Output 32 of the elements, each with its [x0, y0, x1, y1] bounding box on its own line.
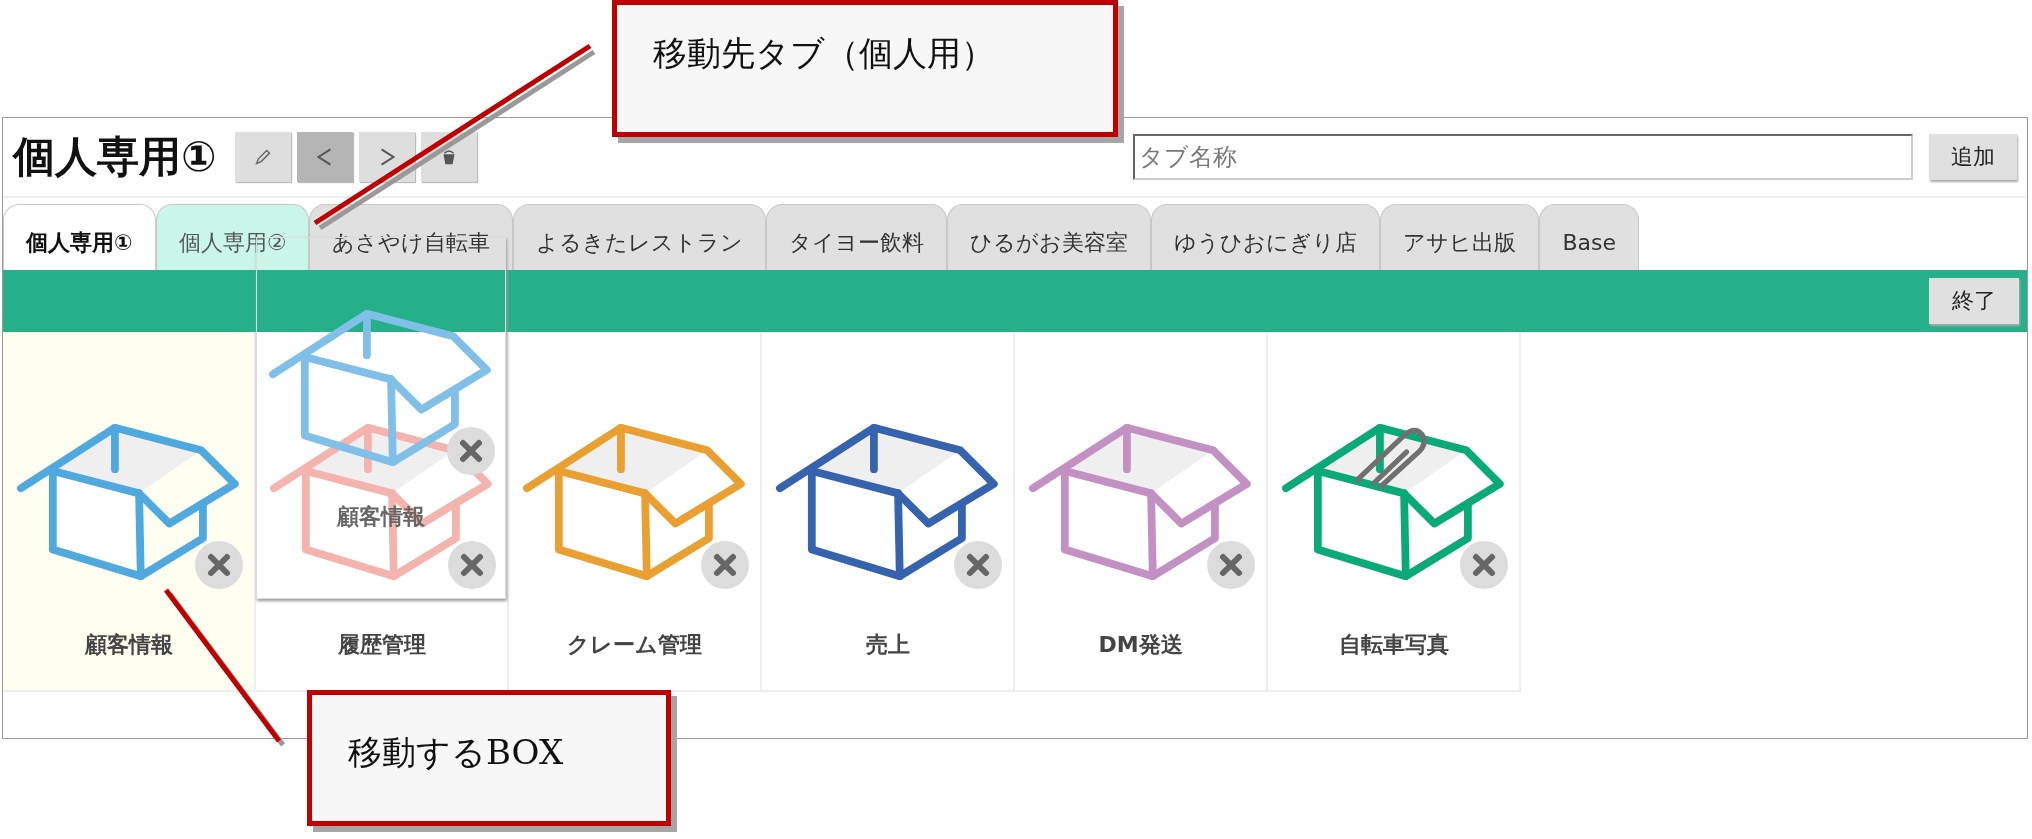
- box-label: 自転車写真: [1338, 631, 1449, 659]
- end-button[interactable]: 終了: [1929, 278, 2019, 324]
- remove-button[interactable]: [446, 540, 497, 590]
- tab[interactable]: 個人専用①: [3, 204, 156, 270]
- box-card[interactable]: 自転車写真: [1268, 332, 1521, 692]
- remove-button[interactable]: [1458, 540, 1509, 590]
- tab-name-field[interactable]: タブ名称: [1133, 134, 1913, 180]
- page-title: 個人専用①: [13, 131, 217, 183]
- box-label: 売上: [865, 631, 910, 659]
- remove-button[interactable]: [699, 540, 750, 590]
- box-label: 履歴管理: [337, 631, 426, 659]
- remove-button[interactable]: [193, 540, 244, 590]
- tab[interactable]: Base: [1539, 204, 1639, 270]
- tab[interactable]: アサヒ出版: [1380, 204, 1540, 270]
- remove-button[interactable]: [446, 426, 496, 476]
- remove-button[interactable]: [952, 540, 1003, 590]
- tab[interactable]: タイヨー飲料: [766, 204, 948, 270]
- callout-text: 移動するBOX: [348, 731, 564, 774]
- tab[interactable]: ひるがお美容室: [947, 204, 1152, 270]
- box-card[interactable]: 顧客情報: [3, 332, 256, 692]
- callout-text: 移動先タブ（個人用）: [653, 31, 995, 75]
- remove-button[interactable]: [1205, 540, 1256, 590]
- box-label: クレーム管理: [567, 631, 702, 659]
- box-label: 顧客情報: [337, 503, 425, 531]
- box-card[interactable]: クレーム管理: [509, 332, 762, 692]
- add-button[interactable]: 追加: [1929, 134, 2017, 180]
- box-label: 顧客情報: [84, 631, 173, 659]
- box-card[interactable]: 売上: [762, 332, 1015, 692]
- box-label: DM発送: [1098, 631, 1183, 659]
- tab[interactable]: ゆうひおにぎり店: [1151, 204, 1381, 270]
- box-card[interactable]: DM発送: [1015, 332, 1268, 692]
- tab[interactable]: よるきたレストラン: [513, 204, 767, 270]
